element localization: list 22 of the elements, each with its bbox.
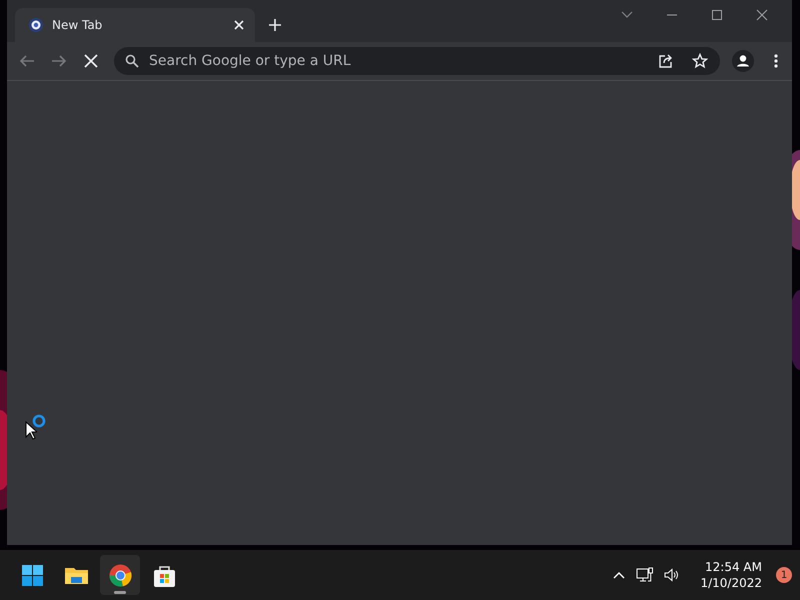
chevron-up-icon[interactable] (612, 570, 626, 580)
speaker-icon[interactable] (664, 568, 680, 582)
clock-date[interactable]: 1/10/2022 (700, 575, 762, 591)
plus-icon (268, 18, 282, 32)
loading-spinner-icon (32, 414, 46, 428)
maximize-icon[interactable] (710, 8, 724, 22)
network-icon[interactable] (636, 567, 654, 583)
windows-logo-icon[interactable] (20, 562, 44, 588)
address-input[interactable]: Search Google or type a URL (149, 53, 449, 69)
mouse-cursor-icon (25, 421, 37, 440)
profile-icon[interactable] (732, 50, 754, 72)
chrome-logo-icon[interactable] (108, 562, 132, 588)
notification-badge[interactable]: 1 (776, 567, 792, 583)
close-icon[interactable] (754, 8, 768, 22)
clock-time[interactable]: 12:54 AM (705, 559, 762, 575)
menu-icon[interactable] (774, 54, 778, 68)
stop-icon[interactable] (83, 53, 99, 69)
search-icon (125, 54, 139, 68)
star-icon[interactable] (692, 53, 708, 69)
tab[interactable]: New Tab (15, 8, 255, 42)
share-icon[interactable] (658, 53, 674, 69)
address-bar[interactable]: Search Google or type a URL (114, 47, 720, 75)
